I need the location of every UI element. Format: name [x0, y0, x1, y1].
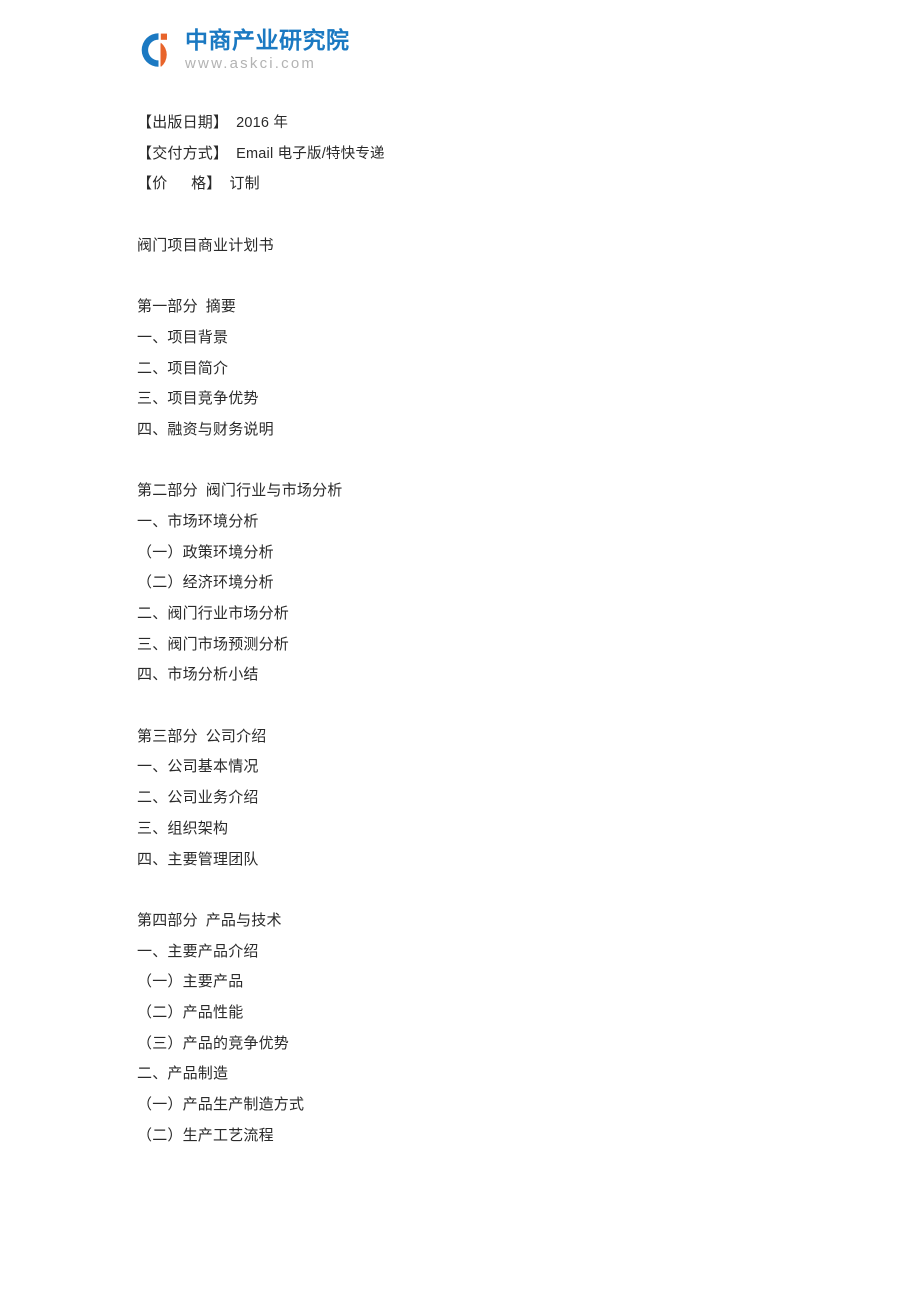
- meta-label-delivery-method: 【交付方式】: [137, 145, 229, 162]
- toc-item: 一、项目背景: [137, 329, 229, 346]
- toc-subitem: （一）政策环境分析: [137, 544, 274, 561]
- toc-item: 四、融资与财务说明: [137, 421, 274, 438]
- meta-label-price: 【价 格】: [137, 176, 222, 193]
- meta-row-publish-date: 【出版日期】 2016 年: [137, 108, 837, 139]
- meta-value-price: 订制: [229, 176, 260, 193]
- meta-value-delivery-method: Email 电子版/特快专递: [236, 145, 385, 162]
- document-body: 【出版日期】 2016 年 【交付方式】 Email 电子版/特快专递 【价 格…: [137, 108, 837, 1151]
- toc-item: 四、主要管理团队: [137, 851, 259, 868]
- toc-item: 二、产品制造: [137, 1066, 229, 1083]
- toc-item: 三、组织架构: [137, 820, 229, 837]
- toc-subitem: （一）产品生产制造方式: [137, 1097, 305, 1113]
- toc-subitem: （一）主要产品: [137, 974, 244, 991]
- section-heading-1: 第一部分 摘要: [137, 299, 237, 316]
- brand-website-url: www.askci.com: [185, 55, 317, 72]
- toc-subitem: （二）经济环境分析: [137, 575, 274, 592]
- toc-item: 三、阀门市场预测分析: [137, 636, 290, 653]
- site-header: 中商产业研究院 www.askci.com: [137, 22, 350, 78]
- toc-item: 一、主要产品介绍: [137, 943, 259, 960]
- section-heading-2: 第二部分 阀门行业与市场分析: [137, 483, 343, 500]
- brand-wordmark: 中商产业研究院 www.askci.com: [185, 27, 350, 72]
- toc-item: 一、公司基本情况: [137, 759, 259, 776]
- meta-row-delivery-method: 【交付方式】 Email 电子版/特快专递: [137, 139, 837, 170]
- section-heading-3: 第三部分 公司介绍: [137, 728, 267, 745]
- brand-name-cn: 中商产业研究院: [185, 27, 350, 53]
- document-title: 阀门项目商业计划书: [137, 237, 274, 254]
- toc-subitem: （二）生产工艺流程: [137, 1127, 274, 1144]
- askci-circle-logo-icon: [137, 30, 177, 70]
- toc-subitem: （三）产品的竞争优势: [137, 1035, 290, 1052]
- toc-item: 四、市场分析小结: [137, 667, 259, 684]
- toc-item: 三、项目竞争优势: [137, 391, 259, 408]
- toc-item: 一、市场环境分析: [137, 513, 259, 530]
- meta-row-price: 【价 格】 订制: [137, 169, 837, 200]
- toc-item: 二、项目简介: [137, 360, 229, 377]
- toc-item: 二、阀门行业市场分析: [137, 606, 290, 622]
- toc-item: 二、公司业务介绍: [137, 790, 259, 807]
- toc-subitem: （二）产品性能: [137, 1004, 244, 1021]
- section-heading-4: 第四部分 产品与技术: [137, 912, 282, 929]
- meta-label-publish-date: 【出版日期】: [137, 115, 229, 131]
- meta-value-publish-date: 2016 年: [236, 115, 289, 131]
